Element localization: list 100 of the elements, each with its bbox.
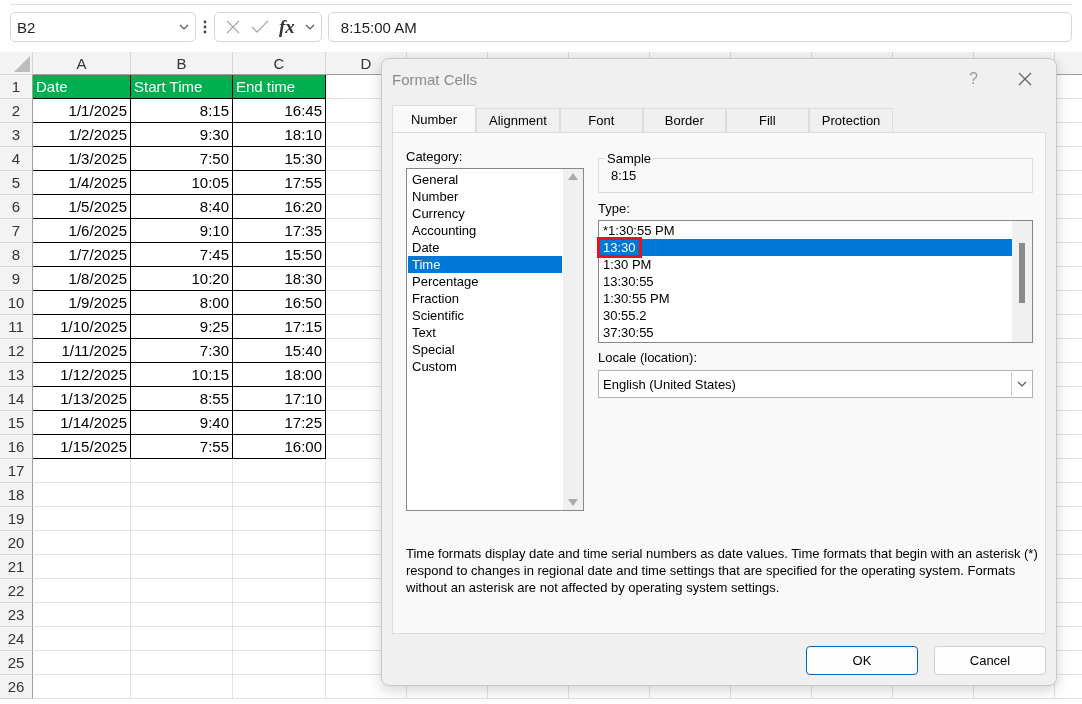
row-header[interactable]: 12 — [0, 339, 33, 363]
row-header[interactable]: 22 — [0, 579, 33, 603]
type-list[interactable]: *1:30:55 PM 13:30 1:30 PM 13:30:55 1:30:55 PM 30:55.2 37:30:55 — [598, 220, 1033, 343]
tab[interactable]: Border — [642, 108, 726, 132]
table-cell: 1/9/2025 — [33, 291, 131, 315]
row-header[interactable]: 14 — [0, 387, 33, 411]
table-cell: 1/14/2025 — [33, 411, 131, 435]
table-cell: 10:20 — [131, 267, 233, 291]
table-cell: 15:50 — [233, 243, 326, 267]
category-item[interactable]: Accounting — [408, 222, 562, 239]
category-item[interactable]: Fraction — [408, 290, 562, 307]
table-cell: 18:00 — [233, 363, 326, 387]
type-item[interactable]: 13:30:55 — [600, 273, 1012, 290]
sample-value: 8:15 — [611, 168, 637, 183]
row-header[interactable]: 6 — [0, 195, 33, 219]
type-item[interactable]: 1:30 PM — [600, 256, 1012, 273]
category-item[interactable]: Custom — [408, 358, 562, 375]
row-header[interactable]: 5 — [0, 171, 33, 195]
row-header[interactable]: 17 — [0, 459, 33, 483]
locale-select[interactable]: English (United States) — [598, 370, 1033, 398]
row-header[interactable]: 3 — [0, 123, 33, 147]
column-header[interactable]: B — [131, 52, 233, 75]
row-header[interactable]: 15 — [0, 411, 33, 435]
category-item[interactable]: Currency — [408, 205, 562, 222]
table-cell: 1/3/2025 — [33, 147, 131, 171]
row-header[interactable]: 9 — [0, 267, 33, 291]
row-header[interactable]: 4 — [0, 147, 33, 171]
row-header[interactable]: 26 — [0, 675, 33, 699]
category-item[interactable]: Special — [408, 341, 562, 358]
header-cell: Start Time — [131, 75, 233, 99]
category-item[interactable]: Percentage — [408, 273, 562, 290]
type-text: 1:30 PM — [602, 257, 653, 272]
table-cell: 9:10 — [131, 219, 233, 243]
row-header[interactable]: 10 — [0, 291, 33, 315]
type-item[interactable]: 30:55.2 — [600, 307, 1012, 324]
cancel-icon[interactable] — [225, 19, 241, 35]
table-cell: 16:00 — [233, 435, 326, 459]
more-options-icon[interactable] — [202, 19, 208, 35]
row-header[interactable]: 18 — [0, 483, 33, 507]
type-item[interactable]: 37:30:55 — [600, 324, 1012, 341]
table-cell: 1/8/2025 — [33, 267, 131, 291]
category-item[interactable]: Number — [408, 188, 562, 205]
tab[interactable]: Alignment — [476, 108, 560, 132]
row-header[interactable]: 21 — [0, 555, 33, 579]
column-header[interactable]: C — [233, 52, 326, 75]
table-cell: 1/5/2025 — [33, 195, 131, 219]
table-cell: 1/10/2025 — [33, 315, 131, 339]
row-header[interactable]: 8 — [0, 243, 33, 267]
table-cell: 7:55 — [131, 435, 233, 459]
select-all-icon[interactable] — [14, 56, 30, 72]
row-header[interactable]: 19 — [0, 507, 33, 531]
locale-label: Locale (location): — [598, 350, 698, 365]
tab[interactable]: Fill — [725, 108, 809, 132]
type-text: 13:30:55 — [602, 274, 655, 289]
type-text: *1:30:55 PM — [602, 223, 676, 238]
scrollbar-thumb[interactable] — [1019, 243, 1025, 303]
ok-button[interactable]: OK — [806, 646, 918, 675]
table-cell: 17:55 — [233, 171, 326, 195]
table-cell: 18:10 — [233, 123, 326, 147]
row-header[interactable]: 7 — [0, 219, 33, 243]
type-item[interactable]: 13:30 — [600, 239, 1012, 256]
table-cell: 8:15 — [131, 99, 233, 123]
close-icon[interactable] — [1018, 72, 1032, 86]
category-item[interactable]: Scientific — [408, 307, 562, 324]
type-text: 1:30:55 PM — [602, 291, 671, 306]
dropdown-caret-icon — [179, 24, 189, 30]
type-text: 37:30:55 — [602, 325, 655, 340]
select-all-button[interactable] — [0, 52, 33, 75]
category-item[interactable]: Time — [408, 256, 562, 273]
table-cell: 16:20 — [233, 195, 326, 219]
scroll-up-icon[interactable] — [568, 173, 578, 180]
category-item[interactable]: Date — [408, 239, 562, 256]
formula-field[interactable]: 8:15:00 AM — [327, 12, 1072, 42]
tab[interactable]: Font — [559, 108, 643, 132]
row-header[interactable]: 11 — [0, 315, 33, 339]
category-item[interactable]: Text — [408, 324, 562, 341]
row-header[interactable]: 24 — [0, 627, 33, 651]
scroll-down-icon[interactable] — [568, 499, 578, 506]
tab[interactable]: Protection — [808, 108, 894, 132]
insert-function-button[interactable]: fx — [279, 16, 295, 38]
name-box[interactable]: B2 — [10, 12, 196, 42]
table-cell: 17:35 — [233, 219, 326, 243]
row-header[interactable]: 23 — [0, 603, 33, 627]
column-header[interactable]: A — [33, 52, 131, 75]
row-header[interactable]: 13 — [0, 363, 33, 387]
table-cell: 15:40 — [233, 339, 326, 363]
row-header[interactable]: 16 — [0, 435, 33, 459]
category-list[interactable]: General Number Currency Accounting Date Time Percentage Fraction Scientific Text Special Custom — [406, 168, 584, 511]
row-header[interactable]: 20 — [0, 531, 33, 555]
type-item[interactable]: *1:30:55 PM — [600, 222, 1012, 239]
table-cell: 8:40 — [131, 195, 233, 219]
row-header[interactable]: 1 — [0, 75, 33, 99]
table-cell: 15:30 — [233, 147, 326, 171]
tab[interactable]: Number — [392, 105, 476, 132]
row-header[interactable]: 25 — [0, 651, 33, 675]
category-item[interactable]: General — [408, 171, 562, 188]
row-header[interactable]: 2 — [0, 99, 33, 123]
cancel-button[interactable]: Cancel — [934, 646, 1046, 675]
check-icon[interactable] — [251, 20, 269, 34]
type-item[interactable]: 1:30:55 PM — [600, 290, 1012, 307]
